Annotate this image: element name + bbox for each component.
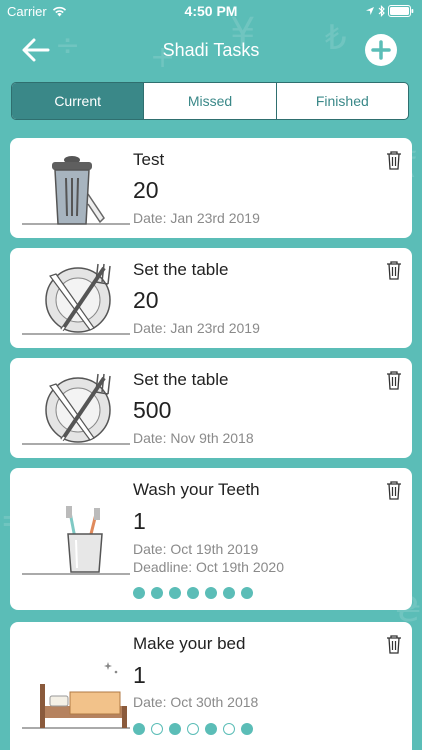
progress-dot — [223, 723, 235, 735]
location-icon — [366, 7, 374, 15]
progress-dot — [187, 723, 199, 735]
task-card[interactable]: Make your bed 1 Date: Oct 30th 2018 — [10, 622, 412, 750]
progress-dot — [133, 723, 145, 735]
progress-dot — [205, 587, 217, 599]
task-title: Set the table — [133, 370, 229, 389]
progress-dot — [169, 587, 181, 599]
task-title: Wash your Teeth — [133, 480, 260, 499]
progress-dot — [133, 587, 145, 599]
battery-status — [365, 5, 414, 17]
task-date: Date: Jan 23rd 2019 — [133, 210, 260, 226]
delete-trash-icon[interactable] — [386, 260, 402, 280]
progress-dot — [223, 587, 235, 599]
task-date: Date: Nov 9th 2018 — [133, 430, 254, 446]
task-points: 1 — [133, 508, 146, 534]
progress-dot — [151, 723, 163, 735]
tab-current[interactable]: Current — [12, 83, 144, 119]
bluetooth-icon — [378, 5, 385, 17]
delete-trash-icon[interactable] — [386, 370, 402, 390]
navigation-bar: Shadi Tasks — [0, 24, 422, 76]
task-progress-dots — [133, 587, 253, 599]
task-deadline: Deadline: Oct 19th 2020 — [133, 559, 284, 575]
task-points: 20 — [133, 177, 159, 203]
add-task-button[interactable] — [365, 34, 397, 66]
progress-dot — [241, 587, 253, 599]
tab-missed[interactable]: Missed — [143, 83, 275, 119]
battery-icon — [388, 5, 414, 17]
task-date: Date: Jan 23rd 2019 — [133, 320, 260, 336]
task-points: 20 — [133, 287, 159, 313]
progress-dot — [205, 723, 217, 735]
task-card[interactable]: Set the table 500 Date: Nov 9th 2018 — [10, 358, 412, 458]
bed-illustration — [22, 662, 130, 729]
progress-dot — [241, 723, 253, 735]
tab-finished[interactable]: Finished — [275, 83, 408, 119]
plate-fork-knife-illustration — [22, 263, 130, 335]
delete-trash-icon[interactable] — [386, 480, 402, 500]
delete-trash-icon[interactable] — [386, 634, 402, 654]
task-title: Set the table — [133, 260, 229, 279]
task-card[interactable]: Set the table 20 Date: Jan 23rd 2019 — [10, 248, 412, 348]
delete-trash-icon[interactable] — [386, 150, 402, 170]
plate-fork-knife-illustration — [22, 373, 130, 445]
status-bar: Carrier 4:50 PM — [0, 0, 422, 22]
task-card[interactable]: Wash your Teeth 1 Date: Oct 19th 2019 De… — [10, 468, 412, 610]
task-progress-dots — [133, 723, 253, 735]
task-card[interactable]: Test 20 Date: Jan 23rd 2019 — [10, 138, 412, 238]
progress-dot — [151, 587, 163, 599]
status-time: 4:50 PM — [184, 3, 238, 19]
task-title: Test — [133, 150, 165, 169]
task-points: 1 — [133, 662, 146, 688]
progress-dot — [187, 587, 199, 599]
progress-dot — [169, 723, 181, 735]
plus-icon — [371, 40, 391, 60]
task-points: 500 — [133, 397, 172, 423]
task-date: Date: Oct 30th 2018 — [133, 694, 259, 710]
trash-can-illustration — [22, 156, 130, 225]
task-title: Make your bed — [133, 634, 246, 653]
page-title: Shadi Tasks — [162, 40, 260, 60]
toothbrush-cup-illustration — [22, 506, 130, 575]
task-date: Date: Oct 19th 2019 — [133, 541, 259, 557]
task-filter-tabs: Current Missed Finished — [11, 82, 409, 120]
